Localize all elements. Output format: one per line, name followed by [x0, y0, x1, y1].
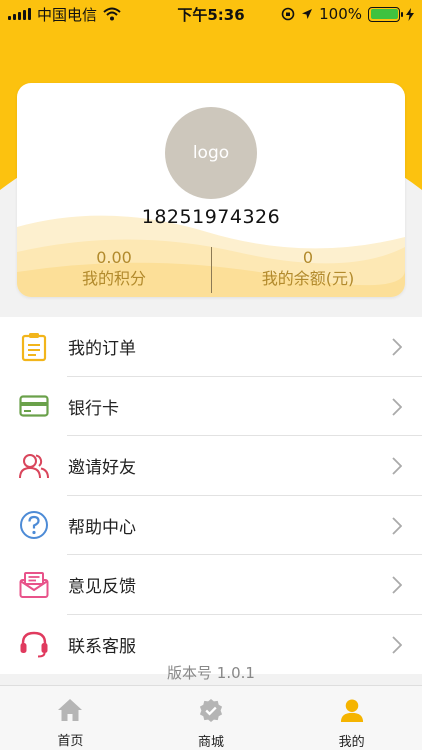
battery-icon — [368, 6, 403, 22]
tab-label: 首页 — [57, 734, 84, 749]
tab-label: 我的 — [338, 735, 365, 750]
chevron-right-icon — [392, 516, 402, 535]
tab-shop[interactable]: 商城 — [141, 686, 282, 750]
balance-value: 0 — [302, 248, 314, 267]
signal-icon — [8, 8, 31, 20]
avatar-logo-text: logo — [192, 143, 230, 163]
menu-item-help[interactable]: 帮助中心 — [0, 496, 422, 556]
balance-stat[interactable]: 0 我的余额(元) — [211, 248, 405, 292]
status-bar: 中国电信 下午5:36 100% — [0, 0, 422, 28]
menu-list: 我的订单 银行卡 邀请好友 帮助中心 意见反馈 联系客服 — [0, 317, 422, 674]
chevron-right-icon — [392, 457, 402, 475]
stats-row: 0.00 我的积分 0 我的余额(元) — [17, 248, 405, 292]
menu-item-label: 联系客服 — [68, 636, 136, 657]
home-icon — [58, 699, 83, 721]
location-icon — [302, 9, 313, 19]
bank-card-icon — [18, 390, 50, 422]
charging-icon — [406, 7, 414, 21]
profile-card: logo 18251974326 0.00 我的积分 0 我的余额(元) — [17, 83, 405, 297]
points-stat[interactable]: 0.00 我的积分 — [17, 248, 211, 292]
headset-icon — [18, 628, 50, 660]
points-label: 我的积分 — [81, 269, 146, 288]
feedback-icon — [18, 569, 50, 601]
menu-item-orders[interactable]: 我的订单 — [0, 317, 422, 377]
tab-label: 商城 — [198, 735, 225, 750]
carrier-label: 中国电信 — [37, 5, 98, 24]
menu-item-label: 意见反馈 — [68, 577, 136, 598]
invite-friends-icon — [18, 450, 50, 482]
user-icon — [340, 699, 363, 723]
chevron-right-icon — [392, 635, 402, 654]
menu-item-bank-card[interactable]: 银行卡 — [0, 377, 422, 437]
chevron-right-icon — [392, 338, 402, 356]
wifi-icon — [103, 7, 121, 21]
shop-badge-icon — [199, 698, 223, 723]
tab-mine[interactable]: 我的 — [281, 686, 422, 750]
orientation-lock-icon — [281, 7, 295, 21]
chevron-right-icon — [392, 576, 402, 594]
battery-percent: 100% — [319, 5, 362, 23]
menu-item-invite[interactable]: 邀请好友 — [0, 436, 422, 496]
menu-item-feedback[interactable]: 意见反馈 — [0, 555, 422, 615]
balance-label: 我的余额(元) — [261, 269, 355, 288]
tab-bar: 首页 商城 我的 — [0, 685, 422, 750]
clipboard-icon — [18, 331, 50, 363]
user-phone: 18251974326 — [141, 206, 281, 228]
menu-item-label: 帮助中心 — [68, 517, 136, 538]
chevron-right-icon — [392, 397, 402, 416]
menu-item-label: 我的订单 — [68, 339, 136, 360]
tab-home[interactable]: 首页 — [0, 686, 141, 750]
help-icon — [18, 509, 50, 541]
avatar[interactable]: logo — [165, 107, 257, 199]
points-value: 0.00 — [96, 248, 132, 267]
menu-item-label: 邀请好友 — [68, 458, 136, 479]
version-label: 版本号 1.0.1 — [167, 664, 255, 682]
menu-item-label: 银行卡 — [68, 398, 119, 419]
